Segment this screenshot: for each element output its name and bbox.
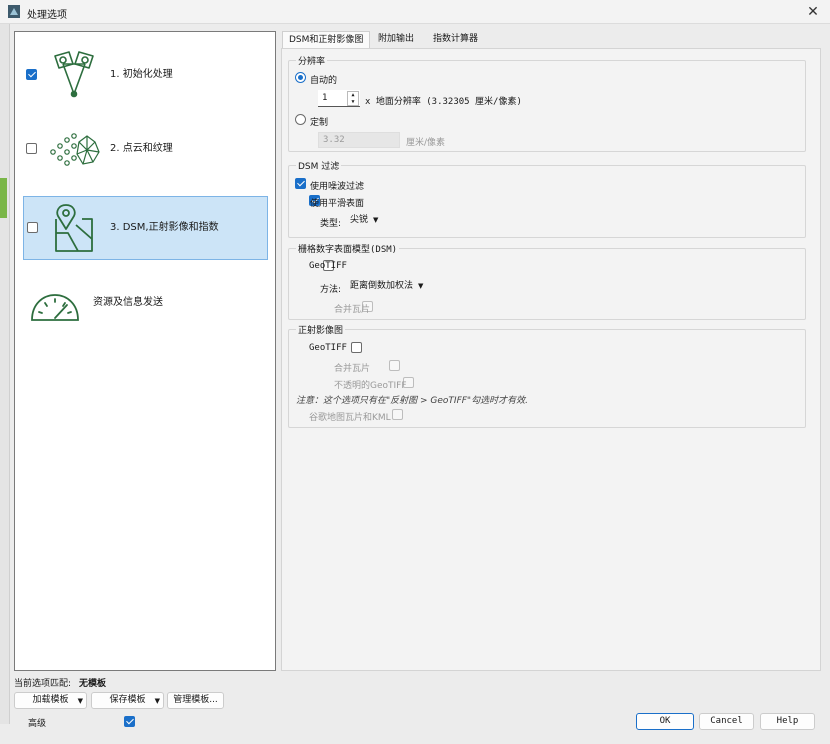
template-current-label: 当前选项匹配:: [14, 679, 72, 689]
background-window-edge: [0, 24, 10, 724]
method-label: 方法:: [320, 285, 342, 295]
step-dsm-ortho[interactable]: 3. DSM,正射影像和指数: [23, 196, 268, 260]
ortho-title: 正射影像图: [296, 323, 346, 336]
dropdown-arrow-icon: ▼: [77, 697, 83, 705]
step-1-label: 1. 初始化处理: [110, 69, 173, 80]
close-button[interactable]: ✕: [802, 2, 824, 22]
dsm-filter-title: DSM 过滤: [296, 159, 342, 172]
smooth-surface-label: 使用平滑表面: [310, 199, 365, 209]
step-initial-processing[interactable]: 1. 初始化处理: [23, 44, 268, 108]
chevron-down-icon: ▼: [373, 216, 379, 224]
custom-value-field: 3.32: [318, 132, 400, 148]
save-template-label: 保存模板: [109, 695, 146, 705]
template-current-value: 无模板: [79, 679, 107, 689]
initial-processing-icon: [54, 51, 94, 98]
ortho-geotiff-checkbox[interactable]: [350, 342, 362, 353]
auto-multiplier-value: 1: [322, 93, 328, 103]
step-3-checkbox[interactable]: [27, 222, 38, 233]
type-value: 尖锐: [350, 215, 369, 225]
dsm-merge-tiles-label: 合并瓦片: [334, 305, 371, 315]
noise-filter-label: 使用噪波过滤: [310, 182, 365, 192]
step-list: 1. 初始化处理 2. 点云和纹理 3. DSM,正射影像和指数 资源及信息发送: [14, 31, 276, 671]
gauge-icon: [31, 294, 79, 321]
ok-button[interactable]: OK: [636, 713, 694, 730]
ortho-geotiff-label: GeoTIFF: [309, 343, 347, 353]
kml-label: 谷歌地图瓦片和KML: [309, 413, 391, 423]
ortho-merge-tiles-checkbox: [389, 360, 401, 371]
kml-checkbox: [392, 409, 404, 420]
app-icon: [8, 5, 20, 18]
ortho-merge-tiles-label: 合并瓦片: [334, 364, 371, 374]
type-label: 类型:: [320, 219, 342, 229]
tab-additional-outputs[interactable]: 附加输出: [372, 31, 420, 48]
load-template-label: 加载模板: [32, 695, 69, 705]
auto-radio[interactable]: [295, 72, 306, 83]
custom-unit: 厘米/像素: [406, 138, 446, 148]
advanced-label: 高级: [28, 719, 47, 729]
ortho-note: 注意：这个选项只有在"反射图 > GeoTIFF"勾选时才有效.: [296, 396, 528, 406]
spin-arrows-icon[interactable]: ▲ ▼: [347, 91, 359, 106]
method-dropdown[interactable]: 距离倒数加权法 ▼: [350, 279, 423, 294]
step-3-label: 3. DSM,正射影像和指数: [110, 222, 219, 233]
raster-dsm-title: 栅格数字表面模型(DSM): [296, 242, 400, 255]
chevron-down-icon: ▼: [418, 282, 424, 290]
custom-value: 3.32: [323, 135, 345, 145]
custom-radio[interactable]: [295, 114, 306, 125]
save-template-button[interactable]: 保存模板 ▼: [91, 692, 164, 709]
auto-label: 自动的: [310, 76, 338, 86]
custom-label: 定制: [310, 118, 329, 128]
manage-templates-button[interactable]: 管理模板...: [167, 692, 224, 709]
dropdown-arrow-icon: ▼: [154, 697, 160, 705]
step-resources[interactable]: 资源及信息发送: [23, 272, 268, 336]
cancel-button[interactable]: Cancel: [699, 713, 754, 730]
tab-index-calculator[interactable]: 指数计算器: [427, 31, 484, 48]
step-1-checkbox[interactable]: [26, 69, 37, 80]
dsm-geotiff-label: GeoTIFF: [309, 261, 347, 271]
noise-filter-checkbox[interactable]: [295, 178, 306, 189]
resolution-title: 分辨率: [296, 54, 328, 67]
background-window-accent: [0, 178, 7, 218]
map-pin-icon: [55, 204, 93, 252]
auto-suffix: x 地面分辨率 (3.32305 厘米/像素): [365, 97, 522, 107]
point-cloud-icon: [50, 133, 100, 166]
load-template-button[interactable]: 加载模板 ▼: [14, 692, 87, 709]
method-value: 距离倒数加权法: [350, 281, 414, 291]
step-point-cloud[interactable]: 2. 点云和纹理: [23, 118, 268, 182]
step-4-label: 资源及信息发送: [93, 297, 163, 308]
window-title: 处理选项: [27, 10, 67, 21]
opaque-geotiff-label: 不透明的GeoTIFF: [334, 381, 407, 391]
step-2-checkbox[interactable]: [26, 143, 37, 154]
auto-multiplier-spinbox[interactable]: 1 ▲ ▼: [318, 90, 360, 107]
tab-dsm-ortho[interactable]: DSM和正射影像图: [282, 31, 371, 49]
title-bar: [0, 0, 830, 24]
help-button[interactable]: Help: [760, 713, 815, 730]
advanced-checkbox[interactable]: [124, 716, 135, 727]
type-dropdown[interactable]: 尖锐 ▼: [350, 213, 378, 228]
step-2-label: 2. 点云和纹理: [110, 143, 173, 154]
